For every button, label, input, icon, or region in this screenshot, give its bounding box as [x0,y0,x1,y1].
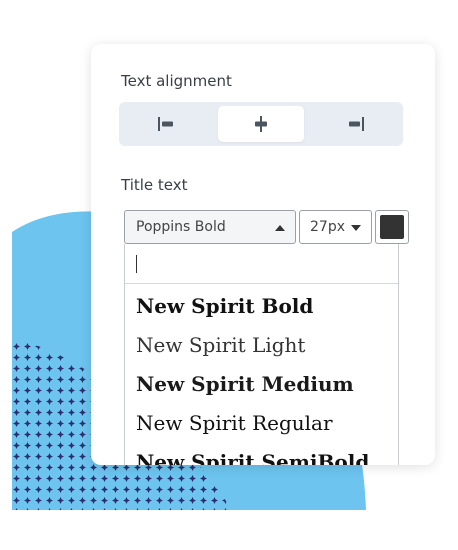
align-left-button[interactable] [123,106,209,142]
caret-up-icon [275,225,285,231]
font-option-new-spirit-medium[interactable]: New Spirit Medium [136,372,354,396]
text-alignment-label: Text alignment [121,72,232,90]
align-right-icon [349,117,364,131]
font-family-select[interactable]: Poppins Bold [124,210,296,244]
font-family-value: Poppins Bold [136,219,226,235]
font-size-select[interactable]: 27px [299,210,372,244]
text-cursor [136,255,137,273]
align-right-button[interactable] [313,106,399,142]
align-center-button[interactable] [218,106,304,142]
alignment-segmented-control [119,102,403,146]
text-color-swatch[interactable] [375,210,409,244]
font-size-value: 27px [310,219,345,235]
align-left-icon [158,117,173,131]
caret-down-icon [351,225,361,231]
font-option-new-spirit-bold[interactable]: New Spirit Bold [136,294,313,318]
text-settings-panel: Text alignment Title text Poppins Bold 2 [91,44,435,465]
font-dropdown-list: New Spirit Bold New Spirit Light New Spi… [124,244,399,465]
font-option-new-spirit-regular[interactable]: New Spirit Regular [136,411,333,435]
align-center-icon [255,116,267,132]
title-text-label: Title text [121,176,188,194]
color-fill [380,215,404,239]
font-option-new-spirit-light[interactable]: New Spirit Light [136,333,305,357]
font-search-input[interactable] [125,244,398,284]
font-option-new-spirit-semibold[interactable]: New Spirit SemiBold [136,450,369,465]
